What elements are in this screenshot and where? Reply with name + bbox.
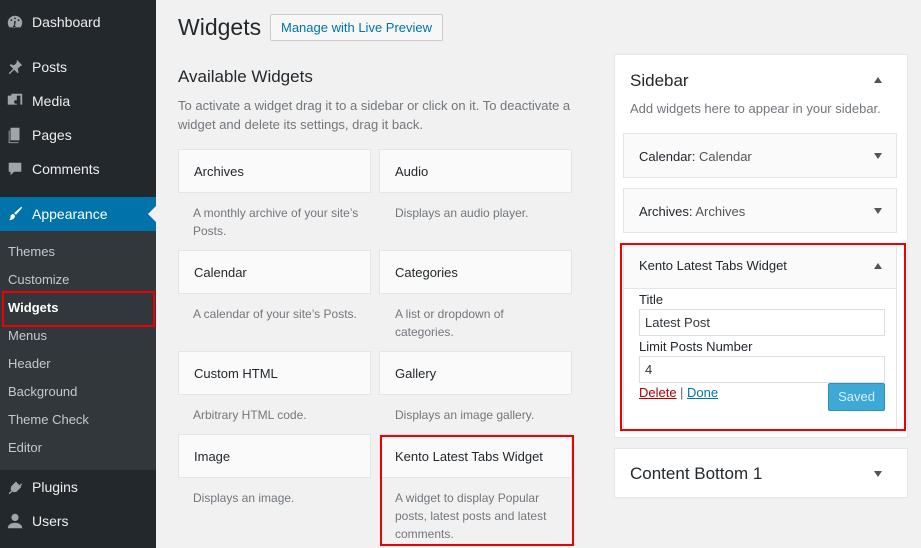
kento-widget-highlight-box: [380, 435, 574, 546]
menu-item-plugins[interactable]: Plugins: [0, 470, 156, 504]
submenu-item-themes[interactable]: Themes: [8, 238, 55, 266]
sidebar-widget-type: Archives:: [639, 204, 693, 219]
sidebar-widget-instance-title: Calendar: [699, 149, 752, 164]
available-widgets-title: Available Widgets: [178, 67, 313, 86]
menu-item-pages[interactable]: Pages: [0, 118, 156, 152]
menu-label-dashboard: Dashboard: [32, 14, 101, 30]
menu-item-users[interactable]: Users: [0, 504, 156, 538]
available-widgets-description: To activate a widget drag it to a sideba…: [178, 98, 571, 132]
menu-label-users: Users: [32, 513, 69, 529]
menu-item-appearance[interactable]: Appearance: [0, 197, 156, 231]
comment-icon: [6, 160, 24, 178]
widget-title: Archives: [194, 164, 244, 179]
widget-title: Custom HTML: [194, 366, 278, 381]
widget-title: Categories: [395, 265, 458, 280]
expand-arrow-icon[interactable]: [874, 208, 882, 214]
menu-label-comments: Comments: [32, 161, 100, 177]
pin-icon: [6, 58, 24, 76]
collapse-arrow-icon[interactable]: [874, 77, 882, 83]
menu-label-posts: Posts: [32, 59, 68, 75]
widget-title: Audio: [395, 164, 429, 179]
menu-label-media: Media: [32, 93, 71, 109]
menu-label-appearance: Appearance: [32, 206, 108, 222]
menu-item-media[interactable]: Media: [0, 84, 156, 118]
expand-arrow-icon[interactable]: [874, 471, 882, 477]
widget-description: Displays an image gallery.: [395, 408, 535, 422]
widget-title: Image: [194, 449, 231, 464]
users-icon: [6, 512, 24, 530]
sidebar-area-title: Sidebar: [630, 71, 689, 90]
widget-description: A list or dropdown of categories.: [395, 307, 504, 339]
sidebar-widget-archives[interactable]: Archives: Archives: [623, 188, 897, 233]
dashboard-icon: [6, 13, 24, 31]
pages-icon: [6, 126, 24, 144]
widget-title: Gallery: [395, 366, 437, 381]
submenu-item-customize[interactable]: Customize: [8, 266, 69, 294]
admin-menu: Dashboard Posts Media Pages Comments App…: [0, 0, 156, 548]
widget-description: Displays an image.: [193, 491, 295, 505]
widget-description: A monthly archive of your site’s Posts.: [193, 206, 359, 238]
widget-description: Arbitrary HTML code.: [193, 408, 307, 422]
sidebar-widget-instance-title: Archives: [695, 204, 746, 219]
expand-arrow-icon[interactable]: [874, 153, 882, 159]
page-title: Widgets: [178, 14, 262, 40]
sidebar-widget-type: Calendar:: [639, 149, 696, 164]
widget-gallery[interactable]: Gallery: [379, 351, 572, 395]
widget-custom-html[interactable]: Custom HTML: [178, 351, 371, 395]
kento-sidebar-highlight-box: [620, 243, 906, 431]
content-bottom-title: Content Bottom 1: [630, 464, 763, 483]
widgets-highlight-box: [2, 291, 155, 327]
appearance-submenu: Themes Customize Widgets Menus Header Ba…: [0, 231, 156, 470]
submenu-item-theme-check[interactable]: Theme Check: [8, 406, 89, 434]
widget-archives[interactable]: Archives: [178, 149, 371, 193]
sidebar-widget-calendar[interactable]: Calendar: Calendar: [623, 133, 897, 178]
paintbrush-icon: [6, 205, 24, 223]
submenu-item-header[interactable]: Header: [8, 350, 51, 378]
widget-calendar[interactable]: Calendar: [178, 250, 371, 294]
live-preview-button[interactable]: Manage with Live Preview: [270, 14, 444, 41]
menu-label-plugins: Plugins: [32, 479, 78, 495]
menu-item-dashboard[interactable]: Dashboard: [0, 5, 156, 39]
menu-item-posts[interactable]: Posts: [0, 50, 156, 84]
sidebar-widget-title: Calendar: Calendar: [639, 134, 752, 179]
menu-label-pages: Pages: [32, 127, 72, 143]
media-icon: [6, 92, 24, 110]
plugin-icon: [6, 478, 24, 496]
widget-image[interactable]: Image: [178, 434, 371, 478]
widget-categories[interactable]: Categories: [379, 250, 572, 294]
submenu-item-editor[interactable]: Editor: [8, 434, 42, 462]
menu-item-comments[interactable]: Comments: [0, 152, 156, 186]
widget-audio[interactable]: Audio: [379, 149, 572, 193]
widget-title: Calendar: [194, 265, 247, 280]
submenu-item-background[interactable]: Background: [8, 378, 77, 406]
widget-description: Displays an audio player.: [395, 206, 529, 220]
sidebar-area-description: Add widgets here to appear in your sideb…: [630, 101, 881, 116]
widget-description: A calendar of your site’s Posts.: [193, 307, 357, 321]
sidebar-widget-title: Archives: Archives: [639, 189, 745, 234]
